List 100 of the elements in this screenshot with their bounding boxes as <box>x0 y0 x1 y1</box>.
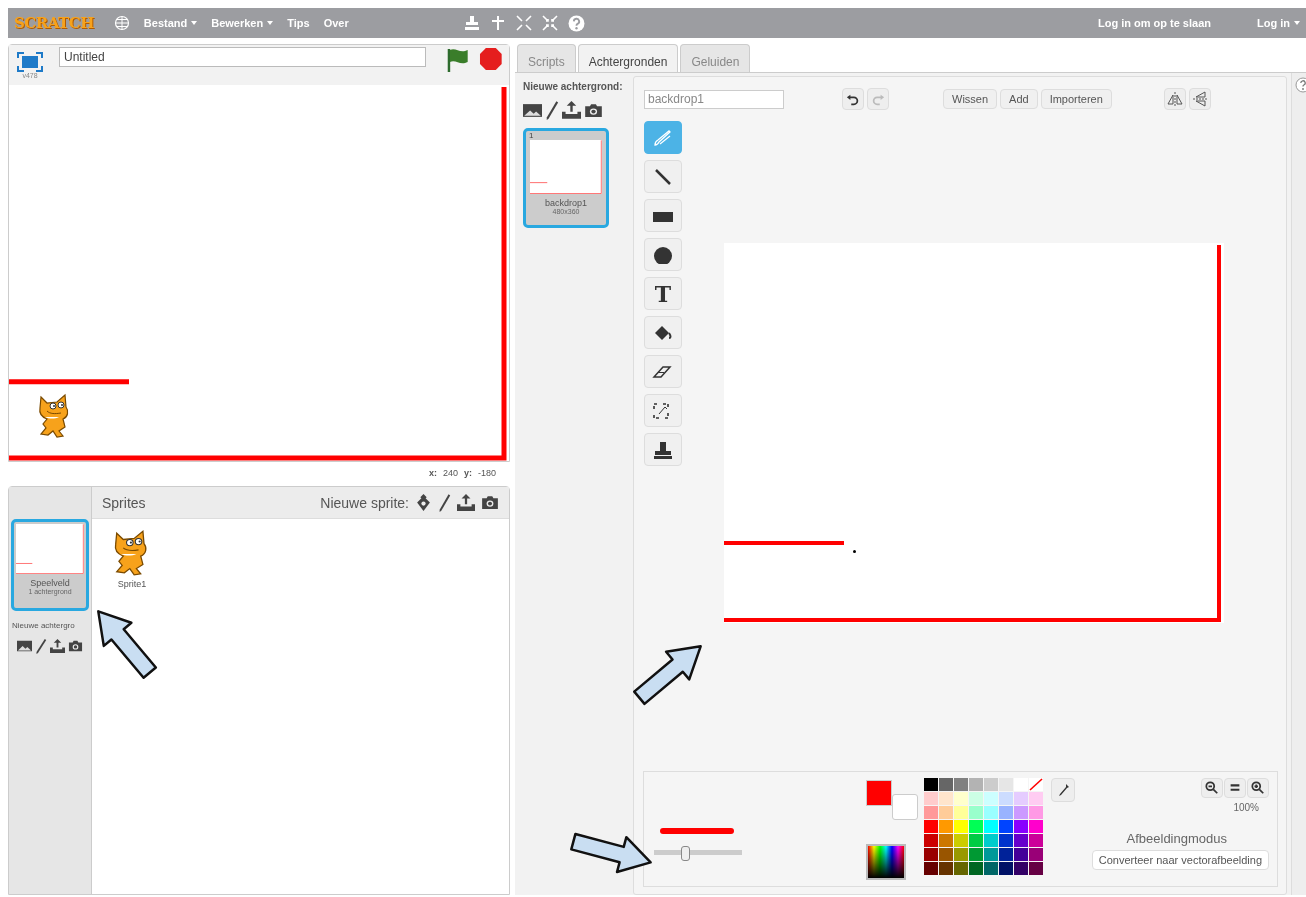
color-swatch[interactable] <box>984 862 998 875</box>
zoom-reset-button[interactable] <box>1224 778 1246 798</box>
color-spectrum-button[interactable] <box>866 844 906 880</box>
primary-color[interactable] <box>866 780 892 806</box>
color-swatch[interactable] <box>1029 834 1043 847</box>
help-icon[interactable] <box>567 14 585 32</box>
color-swatch[interactable] <box>984 778 998 791</box>
color-swatch[interactable] <box>969 806 983 819</box>
color-swatch[interactable] <box>924 806 938 819</box>
cross-icon[interactable] <box>489 15 506 31</box>
color-swatch[interactable] <box>924 778 938 791</box>
color-swatch[interactable] <box>1014 862 1028 875</box>
color-swatch[interactable] <box>999 806 1013 819</box>
presentation-mode-icon[interactable] <box>17 52 43 72</box>
save-link[interactable]: Log in om op te slaan <box>1097 17 1211 29</box>
tab[interactable]: Achtergronden <box>577 44 679 72</box>
menu-item[interactable]: Bestand <box>143 17 198 29</box>
camera-icon[interactable] <box>481 494 499 511</box>
color-swatch[interactable] <box>939 806 953 819</box>
color-swatch[interactable] <box>939 778 953 791</box>
color-swatch[interactable] <box>984 792 998 805</box>
convert-button[interactable]: Converteer naar vectorafbeelding <box>1091 850 1269 870</box>
slider-thumb[interactable] <box>680 846 690 861</box>
color-swatch[interactable] <box>999 778 1013 791</box>
eyedropper-button[interactable] <box>1051 778 1075 802</box>
image-icon[interactable] <box>17 639 32 653</box>
sprite-tile[interactable]: Sprite1 <box>102 523 162 593</box>
costume-name-field[interactable]: backdrop1 <box>644 89 784 109</box>
color-swatch[interactable] <box>1029 806 1043 819</box>
stamp-icon[interactable] <box>463 15 480 31</box>
pencil-icon[interactable] <box>35 638 47 654</box>
color-swatch[interactable] <box>939 792 953 805</box>
color-swatch[interactable] <box>969 862 983 875</box>
color-swatch[interactable] <box>999 820 1013 833</box>
line-tool[interactable] <box>644 160 682 193</box>
flip-vertical-button[interactable] <box>1188 88 1211 110</box>
color-swatch[interactable] <box>939 834 953 847</box>
stop-icon[interactable] <box>479 47 503 71</box>
color-swatch[interactable] <box>969 834 983 847</box>
color-swatch[interactable] <box>1029 848 1043 861</box>
color-swatch[interactable] <box>999 848 1013 861</box>
color-swatch[interactable] <box>1029 820 1043 833</box>
color-swatch[interactable] <box>939 862 953 875</box>
zoom-in-button[interactable] <box>1247 778 1269 798</box>
color-swatch[interactable] <box>924 820 938 833</box>
menu-item[interactable]: Over <box>323 17 349 29</box>
color-swatch[interactable] <box>969 778 983 791</box>
color-swatch[interactable] <box>924 792 938 805</box>
color-swatch[interactable] <box>984 834 998 847</box>
transparent-swatch[interactable] <box>1029 778 1043 791</box>
paint-canvas[interactable] <box>724 243 1224 623</box>
color-swatch[interactable] <box>1014 792 1028 805</box>
color-swatch[interactable] <box>954 848 968 861</box>
globe-icon[interactable] <box>113 15 130 31</box>
color-swatch[interactable] <box>984 806 998 819</box>
color-swatch[interactable] <box>1014 806 1028 819</box>
secondary-color[interactable] <box>892 794 918 820</box>
color-swatch[interactable] <box>954 820 968 833</box>
shrink-icon[interactable] <box>541 15 558 31</box>
color-swatch[interactable] <box>1014 778 1028 791</box>
color-swatch[interactable] <box>969 820 983 833</box>
color-swatch[interactable] <box>924 834 938 847</box>
select-tool[interactable] <box>644 394 682 427</box>
color-swatch[interactable] <box>1029 862 1043 875</box>
editor-button[interactable]: Add <box>1000 89 1038 109</box>
color-swatch[interactable] <box>1014 848 1028 861</box>
color-swatch[interactable] <box>969 848 983 861</box>
menu-item[interactable]: Bewerken <box>211 17 274 29</box>
eraser-tool[interactable] <box>644 355 682 388</box>
pencil-icon[interactable] <box>438 493 451 512</box>
camera-icon[interactable] <box>68 639 83 653</box>
ellipse-tool[interactable] <box>644 238 682 271</box>
fill-tool[interactable] <box>644 316 682 349</box>
color-swatch[interactable] <box>954 834 968 847</box>
color-swatch[interactable] <box>999 834 1013 847</box>
undo-button[interactable] <box>842 88 864 110</box>
tab[interactable]: Scripts <box>517 44 576 72</box>
color-swatch[interactable] <box>984 848 998 861</box>
upload-icon[interactable] <box>562 100 581 120</box>
text-tool[interactable]: T <box>644 277 682 310</box>
color-swatch[interactable] <box>1014 820 1028 833</box>
color-swatch[interactable] <box>939 820 953 833</box>
color-swatch[interactable] <box>969 792 983 805</box>
color-swatch[interactable] <box>954 778 968 791</box>
color-swatch[interactable] <box>924 848 938 861</box>
tab[interactable]: Geluiden <box>680 44 751 72</box>
rectangle-tool[interactable] <box>644 199 682 232</box>
color-swatch[interactable] <box>999 862 1013 875</box>
camera-icon[interactable] <box>584 101 603 119</box>
menu-item[interactable]: Tips <box>287 17 310 29</box>
brush-tool[interactable] <box>644 121 682 154</box>
zoom-out-button[interactable] <box>1201 778 1223 798</box>
image-icon[interactable] <box>523 101 542 119</box>
editor-button[interactable]: Importeren <box>1040 89 1112 109</box>
color-swatch[interactable] <box>999 792 1013 805</box>
color-swatch[interactable] <box>939 848 953 861</box>
flag-icon[interactable] <box>445 47 470 73</box>
stamp-tool[interactable] <box>644 433 682 466</box>
color-swatch[interactable] <box>954 806 968 819</box>
color-swatch[interactable] <box>984 820 998 833</box>
